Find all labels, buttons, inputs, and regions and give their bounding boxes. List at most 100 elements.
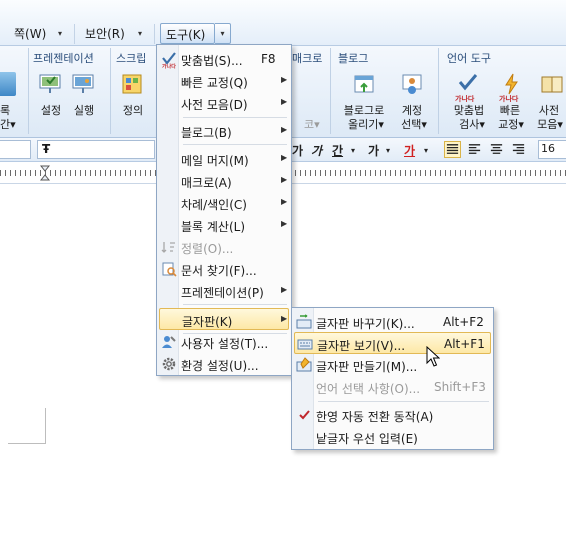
submenu-arrow-icon: ▶ <box>281 125 288 134</box>
keyboard-submenu: 글자판 바꾸기(K)... Alt+F2 글자판 보기(V)... Alt+F1… <box>291 307 494 450</box>
submenu-arrow-icon: ▶ <box>281 197 288 206</box>
menu-item-shortcut: Shift+F3 <box>434 380 486 394</box>
menu-item-find-document[interactable]: 문서 찾기(F)... <box>159 258 289 280</box>
submenu-arrow-icon: ▶ <box>281 153 288 162</box>
menu-item-label: 글자판 보기(V)... <box>317 339 406 353</box>
menu-item-label: 글자판 바꾸기(K)... <box>316 317 415 331</box>
menu-item-language-options: 언어 선택 사항(O)... Shift+F3 <box>294 376 491 398</box>
menu-page-dropdown-icon[interactable]: ▾ <box>58 29 62 38</box>
indent-marker-icon[interactable] <box>40 165 50 181</box>
menu-item-presentation[interactable]: 프레젠테이션(P) ▶ <box>159 280 289 302</box>
menu-item-mail-merge[interactable]: 메일 머지(M) ▶ <box>159 148 289 170</box>
menu-tools-dropdown-icon[interactable]: ▾ <box>215 23 231 44</box>
blog-post-label-1: 블로그로 <box>343 104 385 117</box>
menu-item-label: 블록 계산(L) <box>181 220 246 234</box>
align-right-button[interactable] <box>510 141 527 158</box>
menu-separator <box>74 24 75 44</box>
menu-spell-icon-text: 가나다 <box>162 64 176 70</box>
ribbon-left-icon[interactable] <box>0 72 16 96</box>
italic-button[interactable]: 가 <box>311 142 322 159</box>
switch-keyboard-icon <box>296 314 312 329</box>
menu-item-auto-switch[interactable]: 한영 자동 전환 동작(A) <box>294 404 491 426</box>
menu-page[interactable]: 쪽(W) <box>14 26 46 42</box>
menu-item-shortcut: F8 <box>261 52 276 66</box>
menu-item-quick-correct[interactable]: 빠른 교정(Q) ▶ <box>159 70 289 92</box>
menu-tools-label: 도구(K) <box>166 28 206 42</box>
menu-item-label: 글자판 만들기(M)... <box>316 360 418 374</box>
ribbon-left-label-1: 록 <box>0 104 11 117</box>
account-label-1: 계정 <box>401 104 423 117</box>
menu-item-dictionary[interactable]: 사전 모음(D) ▶ <box>159 92 289 114</box>
font-type-icon: Ŧ <box>42 142 51 156</box>
font-size-select[interactable]: 16 <box>538 140 566 159</box>
menu-item-label: 메일 머지(M) <box>181 154 249 168</box>
menu-item-label: 낱글자 우선 입력(E) <box>316 432 418 446</box>
font-select[interactable]: Ŧ <box>37 140 155 159</box>
underline-button[interactable]: 간 <box>332 142 343 159</box>
presentation-setup-icon <box>39 74 61 93</box>
setup-label: 설정 <box>40 104 62 117</box>
user-settings-icon <box>162 336 176 348</box>
blog-post-icon <box>354 75 374 93</box>
group-title-blog: 블로그 <box>338 52 369 65</box>
group-separator <box>28 48 29 134</box>
menu-item-label: 언어 선택 사항(O)... <box>316 382 421 396</box>
menu-bar: 쪽(W) ▾ 보안(R) ▾ 도구(K) ▾ <box>0 0 566 46</box>
menu-item-label: 정렬(O)... <box>181 242 234 256</box>
strike-dropdown-icon[interactable]: ▾ <box>386 146 390 155</box>
menu-item-spell-check[interactable]: 가나다 맞춤법(S)... F8 <box>159 48 289 70</box>
check-icon <box>299 410 310 420</box>
align-justify-button[interactable] <box>444 141 461 158</box>
dictionary-icon <box>541 76 563 93</box>
font-color-button[interactable]: 가 <box>404 142 415 159</box>
menu-item-create-keyboard[interactable]: 글자판 만들기(M)... <box>294 354 491 376</box>
underline-dropdown-icon[interactable]: ▾ <box>351 146 355 155</box>
bold-button[interactable]: 가 <box>292 142 303 159</box>
align-right-icon <box>512 144 525 154</box>
blog-post-label-2: 올리기▾ <box>348 118 384 131</box>
menu-item-user-settings[interactable]: 사용자 설정(T)... <box>159 331 289 353</box>
menu-security[interactable]: 보안(R) <box>85 26 125 42</box>
align-center-button[interactable] <box>488 141 505 158</box>
menu-separator <box>183 117 287 118</box>
group-title-macro: 매크로 <box>292 52 323 65</box>
menu-separator <box>154 24 155 44</box>
font-size-value: 16 <box>541 142 555 155</box>
align-left-button[interactable] <box>466 141 483 158</box>
submenu-arrow-icon: ▶ <box>281 219 288 228</box>
spell-check-icon <box>458 74 478 91</box>
menu-separator <box>318 401 489 402</box>
submenu-arrow-icon: ▶ <box>281 175 288 184</box>
quick-label-1: 빠른 <box>499 104 521 117</box>
dictionary-label-1: 사전 <box>538 104 560 117</box>
menu-item-view-keyboard[interactable]: 글자판 보기(V)... Alt+F1 <box>294 332 491 354</box>
menu-item-shortcut: Alt+F2 <box>443 315 484 329</box>
strikethrough-button[interactable]: 가 <box>368 142 379 159</box>
menu-tools[interactable]: 도구(K) <box>160 23 215 44</box>
menu-item-label: 문서 찾기(F)... <box>181 264 257 278</box>
font-color-dropdown-icon[interactable]: ▾ <box>424 146 428 155</box>
menu-item-block-calc[interactable]: 블록 계산(L) ▶ <box>159 214 289 236</box>
submenu-arrow-icon: ▶ <box>281 97 288 106</box>
menu-item-keyboard[interactable]: 글자판(K) ▶ <box>159 308 289 330</box>
menu-item-switch-keyboard[interactable]: 글자판 바꾸기(K)... Alt+F2 <box>294 311 491 333</box>
menu-item-shortcut: Alt+F1 <box>444 337 485 351</box>
quick-icon-text: 가나다 <box>499 95 519 103</box>
submenu-arrow-icon: ▶ <box>281 314 288 323</box>
submenu-arrow-icon: ▶ <box>281 75 288 84</box>
dictionary-label-2: 모음▾ <box>537 118 563 131</box>
spell-label-1: 맞춤법 <box>453 104 485 117</box>
align-left-icon <box>468 144 481 154</box>
menu-item-blog[interactable]: 블로그(B) ▶ <box>159 120 289 142</box>
style-select[interactable] <box>0 140 31 159</box>
group-separator <box>330 48 331 134</box>
menu-item-preferences[interactable]: 환경 설정(U)... <box>159 353 289 375</box>
menu-item-toc-index[interactable]: 차례/색인(C) ▶ <box>159 192 289 214</box>
menu-item-single-char-input[interactable]: 낱글자 우선 입력(E) <box>294 426 491 448</box>
menu-item-macro[interactable]: 매크로(A) ▶ <box>159 170 289 192</box>
define-label: 정의 <box>122 104 144 117</box>
quick-correct-icon <box>505 73 518 95</box>
menu-security-dropdown-icon[interactable]: ▾ <box>138 29 142 38</box>
script-define-icon <box>122 74 142 94</box>
find-document-icon <box>162 262 177 277</box>
